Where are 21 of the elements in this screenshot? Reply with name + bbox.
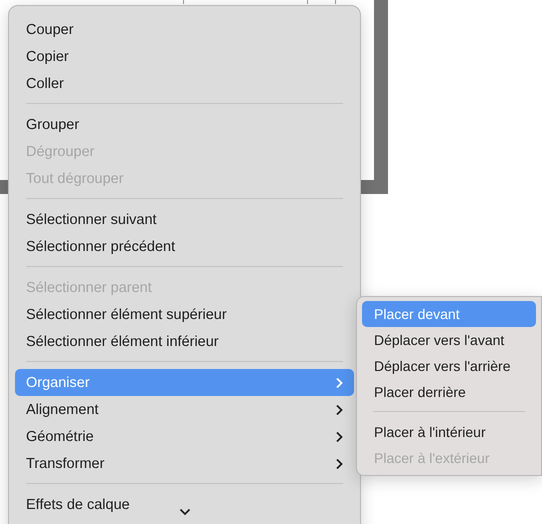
chevron-right-icon [334, 376, 344, 388]
menu-item[interactable]: Transformer [15, 450, 354, 477]
menu-item[interactable]: Sélectionner suivant [15, 206, 354, 233]
menu-item[interactable]: Déplacer vers l'arrière [362, 353, 536, 379]
menu-item[interactable]: Placer derrière [362, 379, 536, 405]
menu-item[interactable]: Couper [15, 16, 354, 43]
chevron-down-icon[interactable] [179, 508, 191, 516]
menu-item[interactable]: Sélectionner précédent [15, 233, 354, 260]
menu-item[interactable]: Alignement [15, 396, 354, 423]
menu-item[interactable]: Déplacer vers l'avant [362, 327, 536, 353]
menu-item[interactable]: Coller [15, 70, 354, 97]
menu-item[interactable]: Effets de calque [15, 491, 354, 518]
chevron-right-icon [334, 404, 344, 416]
menu-item[interactable]: Placer à l'intérieur [362, 419, 536, 445]
menu-item[interactable]: Copier [15, 43, 354, 70]
menu-item[interactable]: Sélectionner élément inférieur [15, 328, 354, 355]
menu-item[interactable]: Grouper [15, 111, 354, 138]
menu-item[interactable]: Sélectionner élément supérieur [15, 301, 354, 328]
menu-item[interactable]: Géométrie [15, 423, 354, 450]
chevron-right-icon [334, 430, 344, 442]
chevron-right-icon [334, 458, 344, 470]
